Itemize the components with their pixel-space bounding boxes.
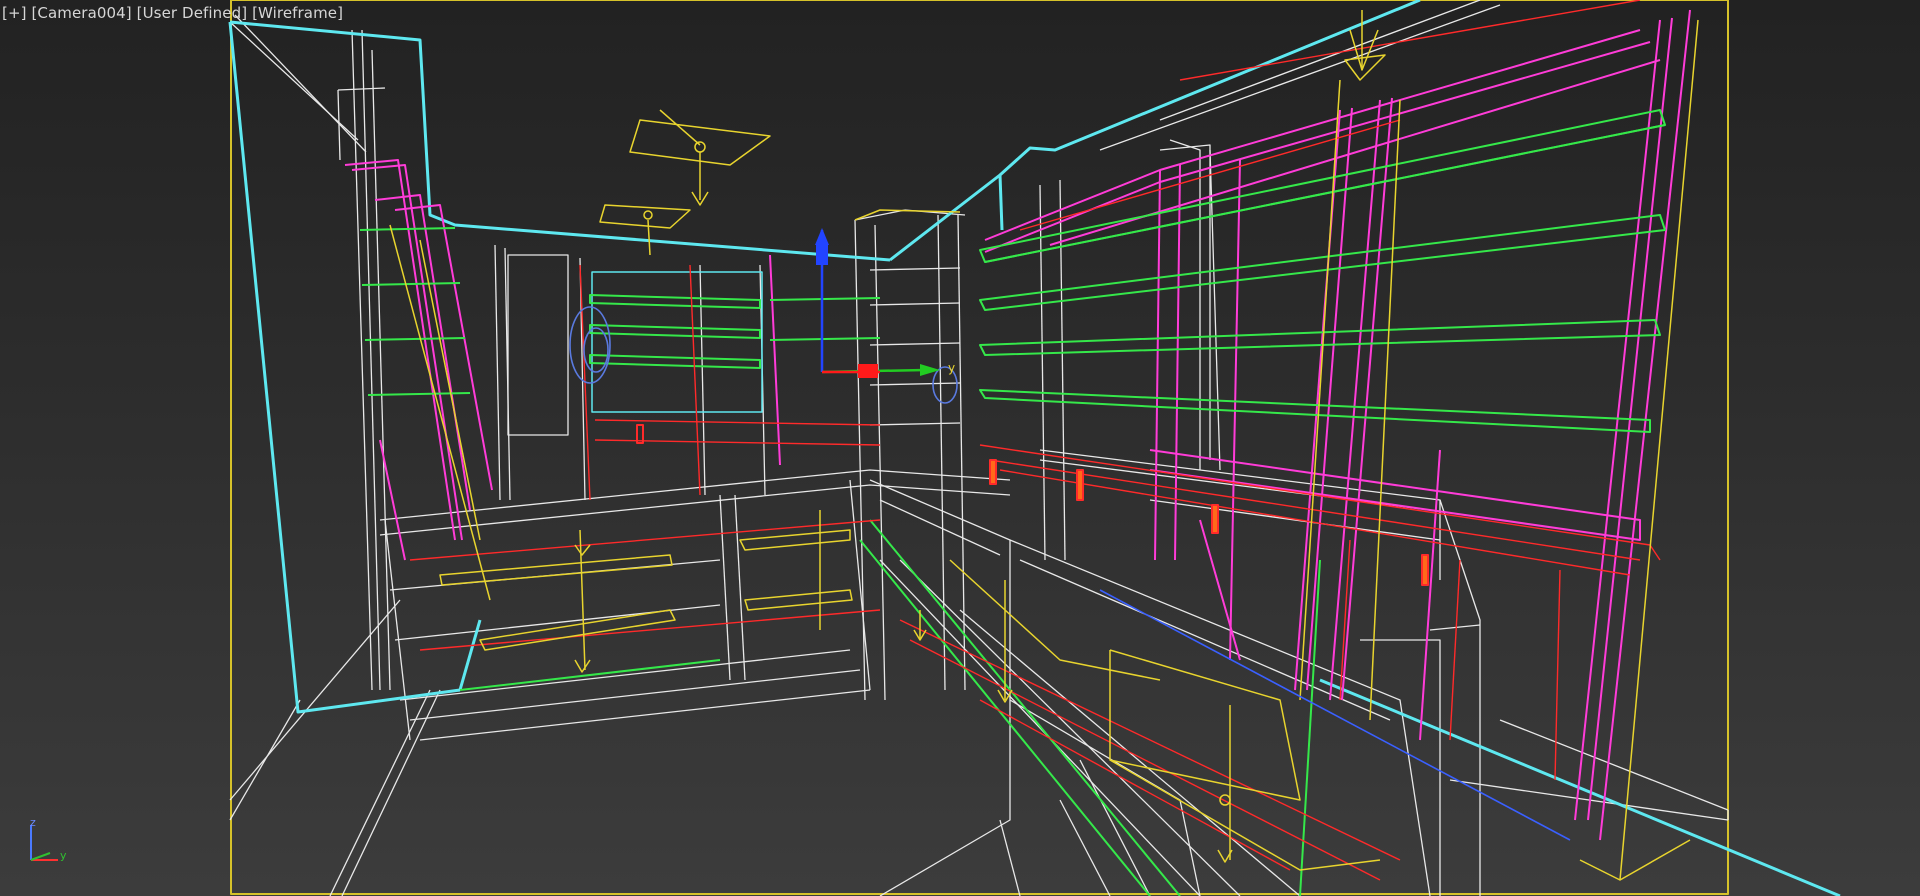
axis-tripod-icon: z y	[30, 816, 67, 862]
axis-z-label: z	[30, 816, 36, 829]
wireframe-viewport[interactable]: y [+] [Camera004] [User Defined] [Wirefr…	[0, 0, 1920, 896]
axis-y-label: y	[60, 849, 67, 862]
